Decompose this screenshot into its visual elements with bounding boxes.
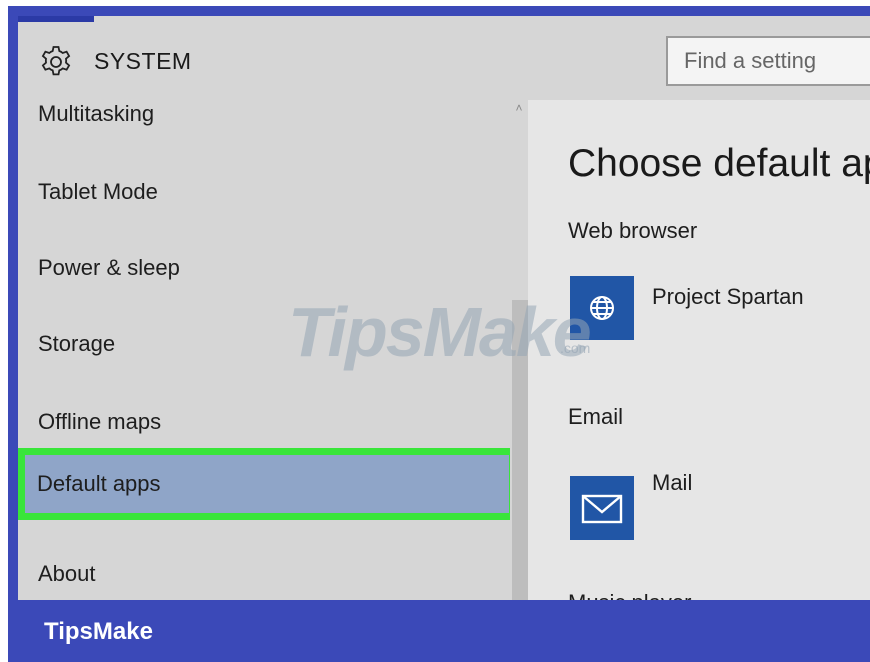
sidebar-item-label: Offline maps bbox=[38, 409, 162, 434]
brand-bar: TipsMake bbox=[18, 600, 870, 662]
sidebar-item-label: Tablet Mode bbox=[38, 179, 158, 204]
default-mail-tile[interactable] bbox=[570, 476, 634, 540]
sidebar-item-label: Power & sleep bbox=[38, 255, 180, 280]
default-browser-name[interactable]: Project Spartan bbox=[652, 284, 804, 310]
screenshot: SYSTEM Multitasking Tablet Mode Power & … bbox=[0, 0, 870, 662]
brand-name: TipsMake bbox=[44, 618, 153, 645]
title-bar: SYSTEM bbox=[18, 16, 870, 100]
sidebar-item-label: Storage bbox=[38, 331, 116, 356]
mail-icon bbox=[581, 494, 623, 524]
page-title: Choose default ap bbox=[568, 142, 870, 185]
window-title: SYSTEM bbox=[94, 48, 192, 74]
gear-icon bbox=[41, 46, 71, 76]
sidebar-item-tablet-mode[interactable]: Tablet Mode bbox=[18, 156, 518, 228]
section-label-email: Email bbox=[568, 404, 624, 429]
sidebar-item-multitasking[interactable]: Multitasking bbox=[18, 101, 518, 128]
search-input[interactable] bbox=[668, 38, 870, 84]
watermark-suffix: .com bbox=[560, 340, 591, 356]
sidebar-item-label: Multitasking bbox=[38, 101, 155, 126]
sidebar-item-label: Default apps bbox=[37, 471, 161, 496]
search-box[interactable] bbox=[666, 36, 870, 86]
section-label-music-player: Music player bbox=[568, 590, 691, 600]
scroll-up-arrow[interactable]: ˄ bbox=[512, 102, 526, 114]
default-mail-name[interactable]: Mail bbox=[652, 470, 692, 496]
title-accent bbox=[18, 16, 94, 22]
watermark-logo: TipsMake bbox=[288, 293, 592, 371]
sidebar-item-about[interactable]: About bbox=[18, 538, 518, 600]
section-label-web-browser: Web browser bbox=[568, 218, 698, 243]
sidebar-item-label: About bbox=[38, 561, 96, 586]
sidebar-item-default-apps[interactable]: Default apps bbox=[18, 448, 516, 520]
